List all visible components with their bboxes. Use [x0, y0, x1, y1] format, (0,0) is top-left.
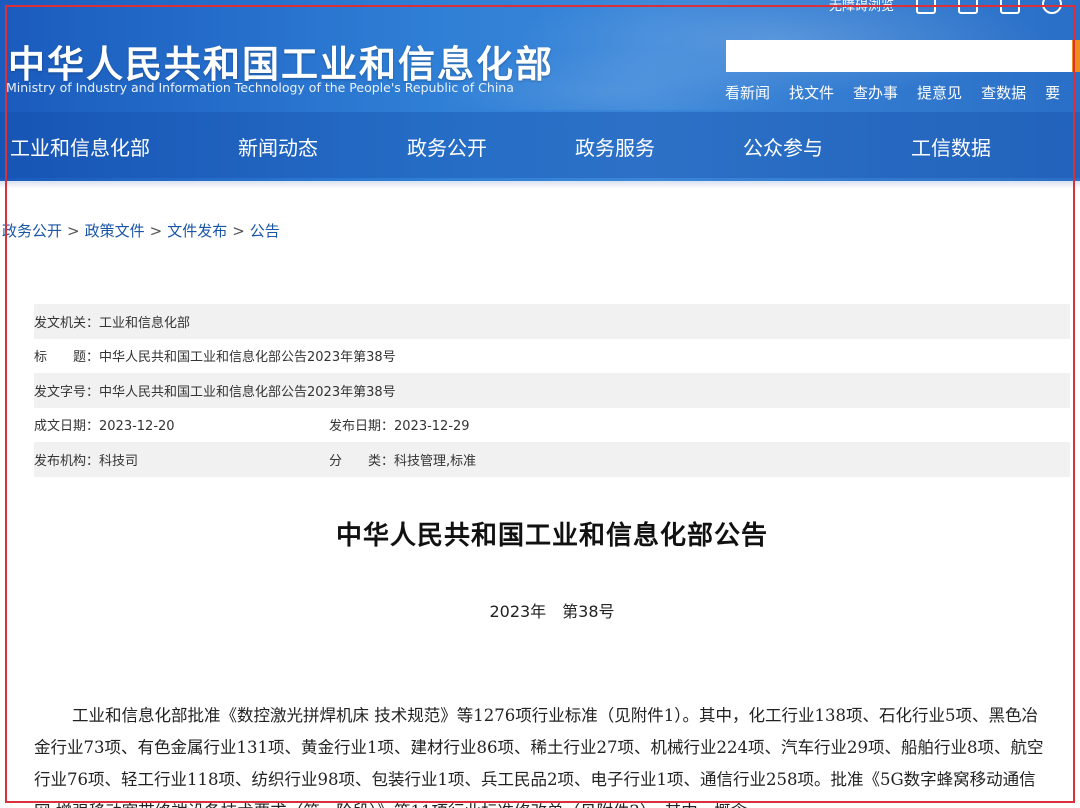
- category-value: 科技管理,标准: [394, 453, 477, 469]
- quick-link-feedback[interactable]: 提意见: [917, 82, 962, 103]
- quick-link-more[interactable]: 要: [1045, 82, 1060, 103]
- breadcrumb-policy-files[interactable]: 政策文件: [85, 222, 145, 240]
- publish-date-label: 发布日期：: [329, 419, 395, 435]
- breadcrumb-file-release[interactable]: 文件发布: [167, 222, 227, 240]
- agency-value: 科技司: [99, 453, 139, 469]
- doc-no-label: 发文字号：: [34, 384, 100, 400]
- accessibility-link[interactable]: 无障碍浏览: [829, 0, 894, 14]
- document-number: 2023年 第38号: [489, 602, 615, 621]
- issuer-label: 发文机关：: [34, 315, 100, 331]
- quick-link-services[interactable]: 查办事: [853, 82, 898, 103]
- quick-link-news[interactable]: 看新闻: [725, 82, 770, 103]
- quick-links: 看新闻 找文件 查办事 提意见 查数据 要: [725, 82, 1060, 103]
- nav-item-public[interactable]: 公众参与: [743, 132, 823, 161]
- wechat-icon[interactable]: [1000, 0, 1020, 14]
- info-row-doc-no: 发文字号：中华人民共和国工业和信息化部公告2023年第38号: [34, 373, 1070, 408]
- search-button[interactable]: [1072, 40, 1080, 72]
- header-divider: [0, 181, 1080, 189]
- info-row-issuer: 发文机关：工业和信息化部: [34, 304, 1070, 339]
- weibo-icon[interactable]: [916, 0, 936, 14]
- nav-item-data[interactable]: 工信数据: [911, 132, 991, 161]
- main-nav: 工业和信息化部 新闻动态 政务公开 政务服务 公众参与 工信数据: [0, 112, 1080, 178]
- agency-label: 发布机构：: [34, 453, 100, 469]
- nav-item-ministry[interactable]: 工业和信息化部: [10, 132, 150, 161]
- written-date-label: 成文日期：: [34, 419, 100, 435]
- doc-no-value: 中华人民共和国工业和信息化部公告2023年第38号: [99, 384, 396, 400]
- info-row-agency: 发布机构：科技司 分 类：科技管理,标准: [34, 442, 1070, 477]
- info-row-dates: 成文日期：2023-12-20 发布日期：2023-12-29: [34, 408, 1070, 443]
- nav-item-gov-services[interactable]: 政务服务: [575, 132, 655, 161]
- category-label: 分 类：: [329, 453, 395, 469]
- quick-link-data[interactable]: 查数据: [981, 82, 1026, 103]
- site-subtitle: Ministry of Industry and Information Tec…: [6, 80, 514, 95]
- breadcrumb-gov-affairs[interactable]: 政务公开: [2, 222, 62, 240]
- document-info-table: 发文机关：工业和信息化部 标 题：中华人民共和国工业和信息化部公告2023年第3…: [34, 304, 1070, 477]
- document-heading: 中华人民共和国工业和信息化部公告: [335, 521, 768, 551]
- breadcrumb: 政务公开 > 政策文件 > 文件发布 > 公告: [2, 222, 280, 240]
- user-icon[interactable]: [1042, 0, 1062, 14]
- top-utility-bar: 无障碍浏览: [829, 0, 1062, 14]
- title-value: 中华人民共和国工业和信息化部公告2023年第38号: [99, 350, 396, 366]
- info-row-title: 标 题：中华人民共和国工业和信息化部公告2023年第38号: [34, 339, 1070, 374]
- publish-date-value: 2023-12-29: [394, 419, 470, 435]
- written-date-value: 2023-12-20: [99, 419, 175, 435]
- document-body: 工业和信息化部批准《数控激光拼焊机床 技术规范》等1276项行业标准（见附件1）…: [34, 706, 1044, 808]
- nav-item-gov-affairs[interactable]: 政务公开: [407, 132, 487, 161]
- issuer-value: 工业和信息化部: [99, 315, 191, 331]
- search-input[interactable]: [726, 40, 1080, 72]
- nav-item-news[interactable]: 新闻动态: [238, 132, 318, 161]
- title-label: 标 题：: [34, 350, 100, 366]
- mobile-icon[interactable]: [958, 0, 978, 14]
- quick-link-files[interactable]: 找文件: [789, 82, 834, 103]
- breadcrumb-announcement[interactable]: 公告: [250, 222, 280, 240]
- site-header: 无障碍浏览 中华人民共和国工业和信息化部 Ministry of Industr…: [0, 0, 1080, 181]
